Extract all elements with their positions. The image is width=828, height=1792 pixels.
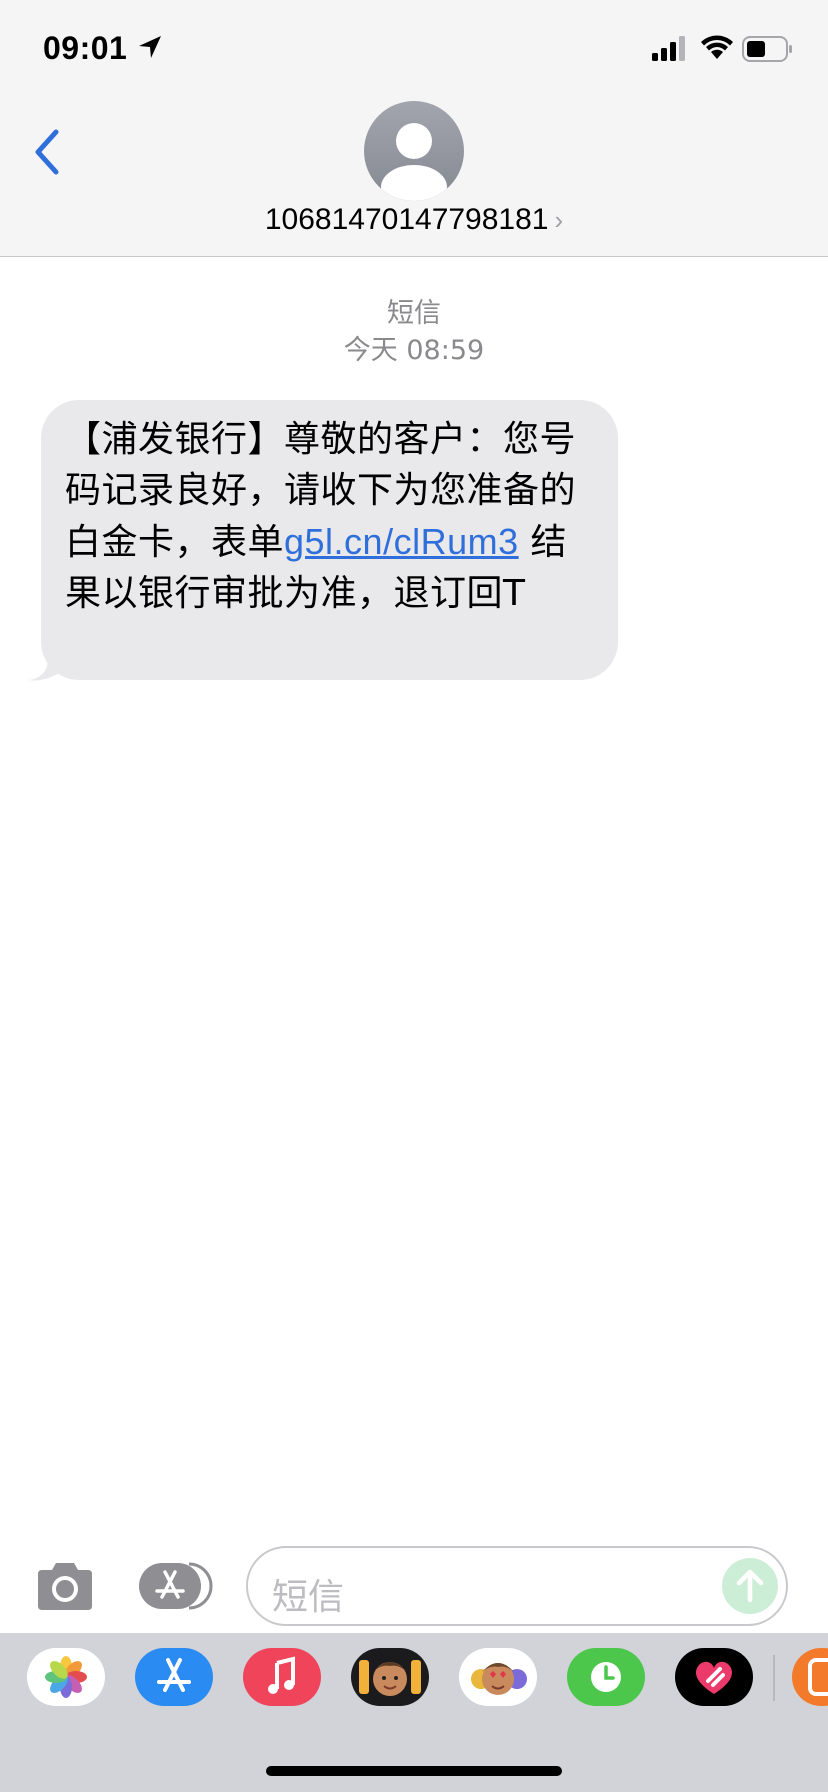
- message-bubble[interactable]: 【浦发银行】尊敬的客户：您号码记录良好，请收下为您准备的白金卡，表单g5l.cn…: [41, 400, 618, 680]
- photos-icon[interactable]: [27, 1648, 105, 1706]
- app-store-icon[interactable]: [135, 1648, 213, 1706]
- battery-icon: [742, 36, 792, 62]
- contact-name-button[interactable]: 10681470147798181 ›: [0, 203, 828, 237]
- cellular-signal-icon: [652, 36, 685, 61]
- music-icon[interactable]: [243, 1648, 321, 1706]
- message-link[interactable]: g5l.cn/clRum3: [284, 521, 519, 562]
- message-input[interactable]: 短信: [246, 1546, 788, 1626]
- send-button[interactable]: [722, 1558, 778, 1614]
- camera-button[interactable]: [34, 1560, 96, 1612]
- memoji-icon[interactable]: [351, 1648, 429, 1706]
- contact-avatar[interactable]: [364, 101, 464, 201]
- person-icon: [381, 123, 447, 201]
- chevron-right-icon: ›: [554, 205, 564, 235]
- app-store-button[interactable]: [137, 1561, 215, 1611]
- status-time: 09:01: [43, 30, 128, 66]
- heart-icon[interactable]: [675, 1648, 753, 1706]
- drawer-divider: [773, 1655, 775, 1701]
- location-arrow-icon: [139, 36, 161, 58]
- wifi-icon: [701, 35, 733, 59]
- message-type-label: 短信: [387, 298, 441, 329]
- input-placeholder: 短信: [272, 1577, 345, 1618]
- message-text: 【浦发银行】尊敬的客户：您号码记录良好，请收下为您准备的白金卡，表单g5l.cn…: [65, 414, 596, 619]
- home-indicator[interactable]: [266, 1766, 562, 1776]
- contact-number: 10681470147798181: [264, 203, 549, 236]
- activity-icon[interactable]: [567, 1648, 645, 1706]
- conversation-meta: 短信 今天 08:59: [0, 296, 828, 370]
- arrow-up-icon: [736, 1569, 764, 1603]
- more-app-icon[interactable]: [792, 1648, 828, 1706]
- message-timestamp: 今天 08:59: [343, 335, 485, 366]
- animoji-icon[interactable]: [459, 1648, 537, 1706]
- conversation-header: 09:01 10681470147798181 ›: [0, 0, 828, 257]
- status-bar: 09:01: [0, 0, 828, 95]
- back-button[interactable]: [28, 124, 68, 180]
